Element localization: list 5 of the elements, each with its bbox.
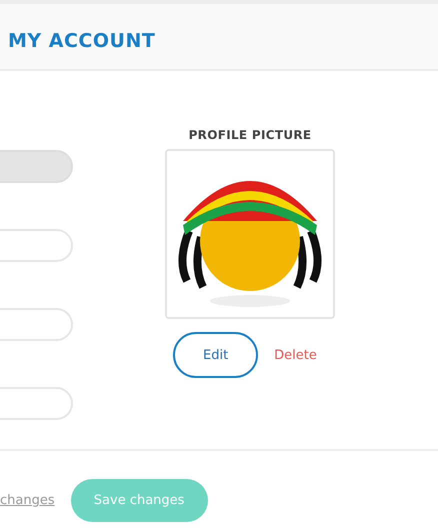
discard-link[interactable]: changes [0, 493, 55, 508]
delete-link[interactable]: Delete [274, 348, 317, 362]
edit-button[interactable]: Edit [173, 332, 258, 378]
section-label: PROFILE PICTURE [188, 128, 312, 142]
page-title: MY ACCOUNT [7, 29, 156, 52]
